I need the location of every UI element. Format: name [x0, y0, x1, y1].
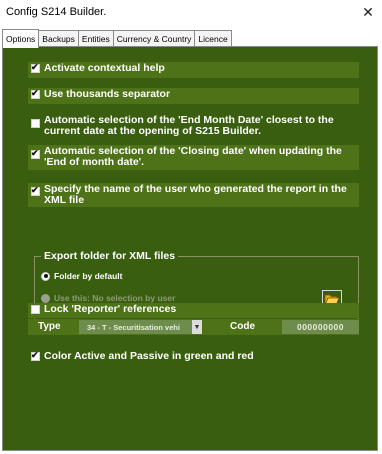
check-icon: ✔	[31, 62, 39, 72]
option-auto-end-month[interactable]: Automatic selection of the 'End Month Da…	[28, 114, 359, 138]
contextual-help-label: Activate contextual help	[44, 62, 165, 74]
config-window: Config S214 Builder. ✕ Options Backups E…	[0, 0, 382, 454]
radio-dot-unselected	[41, 293, 50, 303]
specify-user-line2: XML file	[44, 194, 85, 206]
check-icon: ✔	[31, 185, 39, 195]
option-specify-user[interactable]: ✔ Specify the name of the user who gener…	[28, 183, 359, 207]
auto-end-month-line2: current date at the opening of S215 Buil…	[44, 125, 262, 137]
chevron-down-icon[interactable]: ▼	[192, 320, 202, 334]
check-icon: ✔	[31, 148, 39, 158]
tab-entities[interactable]: Entities	[77, 30, 114, 47]
radio-use-this[interactable]: Use this: No selection by user	[41, 293, 175, 303]
option-auto-closing-date[interactable]: ✔ Automatic selection of the 'Closing da…	[28, 145, 359, 170]
specify-user-line1: Specify the name of the user who generat…	[44, 183, 347, 195]
folder-default-label: Folder by default	[54, 271, 123, 281]
option-color-active-passive[interactable]: ✔ Color Active and Passive in green and …	[28, 350, 359, 366]
tab-backups[interactable]: Backups	[38, 30, 79, 47]
specify-user-text: Specify the name of the user who generat…	[44, 183, 347, 206]
tab-licence[interactable]: Licence	[194, 30, 232, 47]
specify-user-checkbox[interactable]: ✔	[31, 185, 40, 196]
contextual-help-checkbox[interactable]: ✔	[31, 62, 40, 73]
tab-options[interactable]: Options	[2, 29, 40, 48]
color-active-passive-checkbox[interactable]: ✔	[31, 350, 40, 361]
reporter-type-code-row: Type 34 - T - Securitisation vehi ▼ Code…	[28, 319, 359, 335]
type-select[interactable]: 34 - T - Securitisation vehi ▼	[79, 320, 202, 334]
type-label: Type	[38, 321, 61, 332]
options-panel: ✔ Activate contextual help ✔ Use thousan…	[2, 46, 378, 451]
close-button[interactable]: ✕	[354, 0, 382, 24]
use-this-label: Use this: No selection by user	[54, 293, 176, 303]
window-title: Config S214 Builder.	[6, 6, 107, 18]
radio-dot-selected	[41, 271, 50, 281]
color-active-passive-label: Color Active and Passive in green and re…	[44, 350, 254, 362]
auto-closing-date-checkbox[interactable]: ✔	[31, 148, 40, 159]
auto-closing-date-line2: 'End of month date'.	[44, 156, 145, 168]
option-lock-reporter[interactable]: Lock 'Reporter' references	[28, 303, 359, 318]
lock-reporter-label: Lock 'Reporter' references	[44, 303, 177, 315]
option-thousands-separator[interactable]: ✔ Use thousands separator	[28, 88, 359, 104]
type-select-value: 34 - T - Securitisation vehi	[87, 322, 180, 332]
radio-folder-default[interactable]: Folder by default	[41, 271, 122, 281]
tab-strip: Options Backups Entities Currency & Coun…	[2, 29, 232, 48]
lock-reporter-checkbox[interactable]	[31, 305, 40, 314]
auto-end-month-text: Automatic selection of the 'End Month Da…	[44, 114, 334, 137]
tab-currency-country[interactable]: Currency & Country	[112, 30, 196, 47]
check-icon: ✔	[31, 350, 39, 360]
code-input[interactable]: 000000000	[282, 320, 359, 334]
thousands-separator-checkbox[interactable]: ✔	[31, 88, 40, 99]
check-icon: ✔	[31, 88, 39, 98]
auto-end-month-checkbox[interactable]	[31, 119, 40, 128]
code-label: Code	[230, 321, 255, 332]
thousands-separator-label: Use thousands separator	[44, 88, 171, 100]
export-folder-legend: Export folder for XML files	[41, 250, 179, 262]
option-contextual-help[interactable]: ✔ Activate contextual help	[28, 62, 359, 78]
title-bar: Config S214 Builder. ✕	[0, 0, 382, 24]
auto-closing-date-text: Automatic selection of the 'Closing date…	[44, 145, 342, 168]
